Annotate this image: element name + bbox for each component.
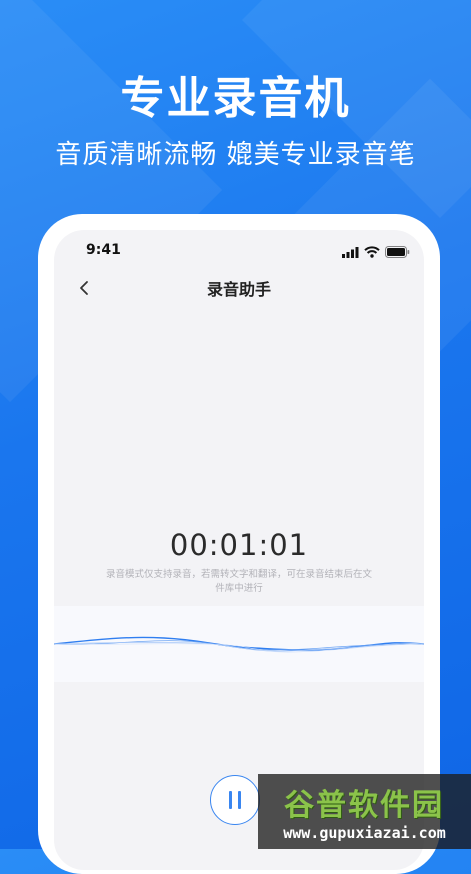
status-time: 9:41 (86, 242, 121, 258)
battery-icon (385, 243, 410, 262)
recording-hint: 录音模式仅支持录音，若需转文字和翻译，可在录音结束后在文件库中进行 (106, 569, 373, 594)
signal-icon (342, 243, 359, 262)
recording-timer: 00:01:01 (169, 528, 309, 562)
status-bar: 9:41 (54, 230, 424, 270)
pause-button[interactable] (210, 775, 260, 825)
nav-bar: 录音助手 (54, 270, 424, 306)
page-title: 录音助手 (206, 280, 271, 299)
watermark: 谷普软件园 www.gupuxiazai.com (258, 774, 471, 849)
promo-subline: 音质清晰流畅 媲美专业录音笔 (55, 140, 416, 170)
waveform (54, 636, 424, 653)
promo-headline: 专业录音机 (120, 73, 351, 124)
watermark-url: www.gupuxiazai.com (283, 824, 446, 842)
waveform-panel (54, 606, 424, 682)
wifi-icon (364, 243, 380, 262)
status-icons (342, 243, 410, 262)
watermark-title: 谷普软件园 (284, 788, 444, 823)
pause-icon (226, 791, 244, 809)
